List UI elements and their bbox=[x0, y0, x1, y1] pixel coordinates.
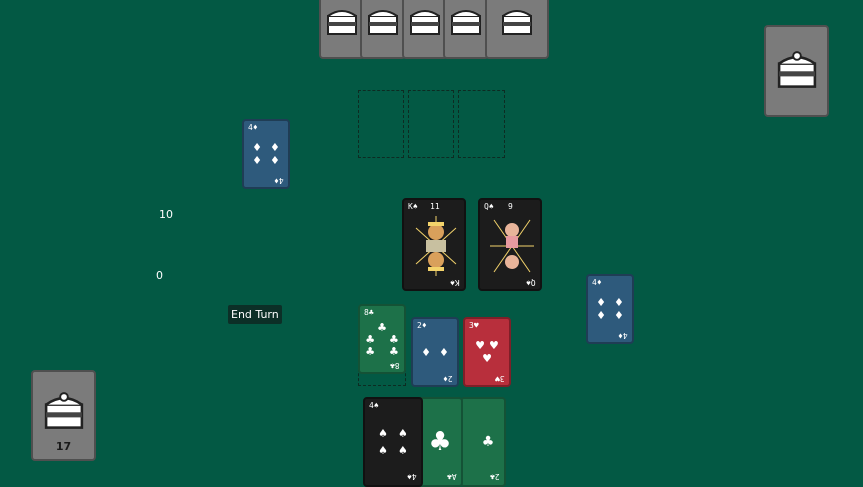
card-rank: A♣ bbox=[447, 472, 457, 481]
opponent-played-card[interactable]: 4♦ ♦ ♦ ♦ ♦ 4♦ bbox=[242, 119, 290, 189]
diamond-icon: ♦ bbox=[596, 296, 606, 309]
opponent-card-back bbox=[360, 0, 406, 59]
meld-card-blue[interactable]: 2♦ ♦ ♦ 2♦ bbox=[411, 317, 459, 387]
card-rank: 8♣ bbox=[390, 361, 400, 370]
cake-icon bbox=[502, 10, 532, 35]
club-icon: ♣ bbox=[365, 332, 376, 346]
right-played-card[interactable]: 4♦ ♦ ♦ ♦ ♦ 4♦ bbox=[586, 274, 634, 344]
diamond-icon: ♦ bbox=[421, 345, 431, 359]
opponent-score: 10 bbox=[159, 208, 173, 221]
club-icon: ♣ bbox=[365, 344, 376, 358]
diamond-icon: ♦ bbox=[439, 345, 449, 359]
empty-slot[interactable] bbox=[408, 90, 454, 158]
club-icon: ♣ bbox=[481, 434, 495, 450]
spade-icon: ♠ bbox=[398, 427, 408, 440]
opponent-deck[interactable] bbox=[764, 25, 829, 117]
card-rank: 2♣ bbox=[490, 472, 500, 481]
empty-slot[interactable] bbox=[458, 90, 505, 158]
opponent-card-back bbox=[319, 0, 365, 59]
card-value: 11 bbox=[430, 202, 440, 211]
opponent-card-back bbox=[402, 0, 448, 59]
club-icon: ♣ bbox=[388, 344, 399, 358]
card-rank: 2♦ bbox=[443, 374, 453, 383]
card-rank: Q♠ bbox=[526, 278, 536, 287]
diamond-icon: ♦ bbox=[270, 141, 280, 154]
meld-card-red[interactable]: 3♥ ♥ ♥ ♥ 3♥ bbox=[463, 317, 511, 387]
diamond-icon: ♦ bbox=[252, 154, 262, 167]
king-portrait-icon bbox=[410, 212, 460, 279]
opponent-card-back bbox=[485, 0, 549, 59]
spade-icon: ♠ bbox=[398, 444, 408, 457]
heart-icon: ♥ bbox=[482, 352, 492, 365]
king-card[interactable]: K♠ 11 K♠ bbox=[402, 198, 466, 291]
club-icon: ♣ bbox=[377, 320, 387, 334]
cake-icon bbox=[410, 10, 440, 35]
card-rank: K♠ bbox=[408, 202, 418, 211]
heart-icon: ♥ bbox=[475, 339, 485, 352]
opponent-card-back bbox=[443, 0, 489, 59]
queen-portrait-icon bbox=[486, 212, 536, 279]
cake-icon bbox=[368, 10, 398, 35]
diamond-icon: ♦ bbox=[270, 154, 280, 167]
heart-icon: ♥ bbox=[489, 339, 499, 352]
card-rank: K♠ bbox=[450, 278, 460, 287]
cake-icon bbox=[451, 10, 481, 35]
queen-card[interactable]: Q♠ 9 Q♠ bbox=[478, 198, 542, 291]
cake-icon bbox=[44, 392, 83, 429]
diamond-icon: ♦ bbox=[252, 141, 262, 154]
diamond-icon: ♦ bbox=[614, 296, 624, 309]
card-rank: 4♦ bbox=[618, 331, 628, 340]
cake-icon bbox=[777, 51, 816, 88]
card-rank: 4♠ bbox=[407, 472, 417, 481]
diamond-icon: ♦ bbox=[614, 309, 624, 322]
end-turn-button[interactable]: End Turn bbox=[228, 305, 282, 324]
card-value: 9 bbox=[508, 202, 513, 211]
spade-icon: ♠ bbox=[378, 444, 388, 457]
cake-icon bbox=[327, 10, 357, 35]
hand-card[interactable]: 4♠ ♠ ♠ ♠ ♠ 4♠ bbox=[363, 397, 423, 487]
club-icon: ♣ bbox=[388, 332, 399, 346]
player-deck[interactable]: 17 bbox=[31, 370, 96, 461]
empty-slot[interactable] bbox=[358, 90, 404, 158]
spade-icon: ♠ bbox=[378, 427, 388, 440]
club-icon: ♣ bbox=[428, 427, 452, 457]
diamond-icon: ♦ bbox=[596, 309, 606, 322]
hand-card[interactable]: ♣ 2♣ bbox=[460, 397, 506, 487]
player-score: 0 bbox=[156, 269, 163, 282]
card-rank: 4♦ bbox=[274, 176, 284, 185]
meld-card-green[interactable]: 8♣ ♣ ♣ ♣ ♣ ♣ 8♣ bbox=[358, 304, 406, 374]
card-rank: 3♥ bbox=[495, 374, 505, 383]
card-rank: Q♠ bbox=[484, 202, 494, 211]
hand-card[interactable]: ♣ A♣ bbox=[417, 397, 463, 487]
deck-count: 17 bbox=[55, 440, 72, 453]
